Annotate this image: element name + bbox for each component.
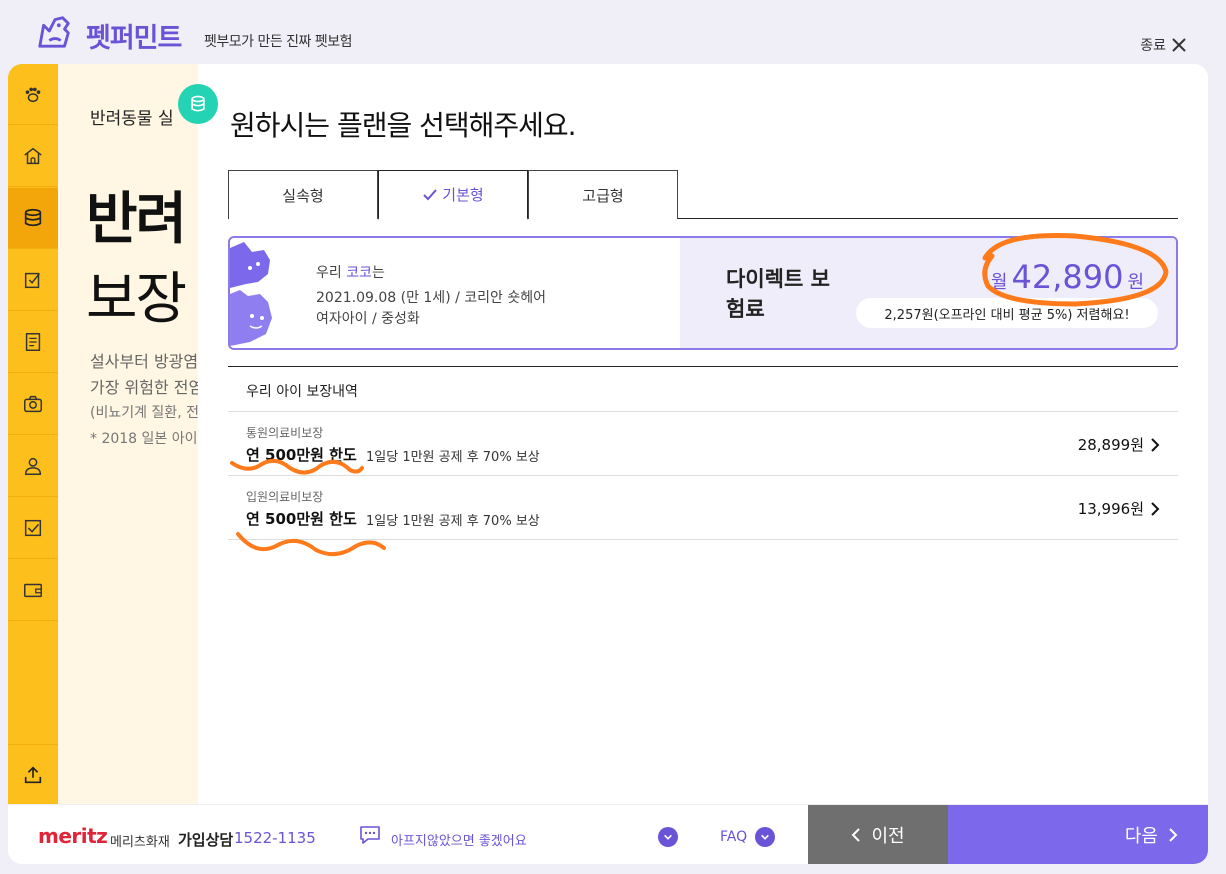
paw-icon [25,87,41,103]
pet-birth-breed: 2021.09.08 (만 1세) / 코리안 숏헤어 [316,290,546,306]
sidebar-item-pet[interactable] [8,64,58,125]
price-prefix: 월 [990,272,1008,293]
tab-label: 실속형 [282,186,324,205]
meritz-logo: meritz [38,824,108,848]
intro-desc-2: 가장 위험한 전염 [90,378,198,397]
close-button[interactable]: 종료 [1140,35,1186,55]
coverage-amount-value: 28,899원 [1077,436,1144,454]
intro-desc-3: (비뇨기계 질환, 전 [90,405,198,421]
chevron-right-icon [1151,501,1160,516]
contact-phone-link[interactable]: 1522-1135 [234,829,316,847]
database-icon [24,208,42,227]
next-button[interactable]: 다음 [948,805,1208,864]
step-sidebar [8,64,58,804]
coverage-header: 우리 아이 보장내역 [228,366,1178,412]
plan-step-badge [178,84,218,124]
sidebar-item-home[interactable] [8,126,58,187]
intro-headline-1: 반려 [86,187,187,252]
document-icon [25,333,41,351]
coverage-amount: 13,996원 [1078,498,1160,519]
sidebar-item-document[interactable] [8,312,58,373]
intro-desc-1: 설사부터 방광염 [90,352,198,371]
coverage-amount: 28,899원 [1078,434,1160,455]
faq-button[interactable]: FAQ [720,827,776,847]
close-label: 종료 [1140,38,1166,54]
chat-bubble-icon[interactable] [358,824,382,846]
main-frame: 반려동물 실 반려 보장 설사부터 방광염 가장 위험한 전염 (비뇨기계 질환… [8,64,1208,864]
tab-basic-economy[interactable]: 실속형 [228,170,378,219]
plan-tabs: 실속형 기본형 고급형 [228,170,1178,220]
coverage-detail: 1일당 1만원 공제 후 70% 보상 [366,450,540,465]
coverage-limit: 연 500만원 한도 [246,510,357,528]
price-suffix: 원 [1127,272,1144,293]
faq-toggle [755,827,776,847]
coverage-limit: 연 500만원 한도 [246,446,357,464]
pet-illustration-icon [230,242,272,346]
user-icon [24,457,42,475]
intro-small-text: 반려동물 실 [90,109,174,129]
meritz-logo-kr: 메리츠화재 [110,835,170,850]
sidebar-item-payment[interactable] [8,560,58,621]
close-icon [1172,38,1186,52]
pet-gender: 여자아이 / 중성화 [316,311,420,327]
price-amount: 42,890 [1011,258,1124,296]
page-title: 원하시는 플랜을 선택해주세요. [230,109,577,142]
monthly-premium: 월 42,890 원 [991,258,1144,296]
faq-label: FAQ [720,829,748,845]
sidebar-item-photo[interactable] [8,374,58,435]
tab-premium[interactable]: 고급형 [528,170,678,219]
database-icon [191,95,205,112]
intro-desc-4: * 2018 일본 아이 [90,431,198,447]
share-icon [24,765,42,783]
wallet-icon [24,583,42,598]
check-icon [423,188,438,200]
coverage-detail: 1일당 1만원 공제 후 70% 보상 [366,514,540,529]
pet-name: 코코 [346,265,372,281]
contact-label: 가입상담 [178,831,234,849]
pet-suffix: 는 [371,265,385,281]
coverage-row-inpatient[interactable]: 입원의료비보장 연 500만원 한도 1일당 1만원 공제 후 70% 보상 1… [228,476,1178,540]
pet-intro: 우리 코코는 [316,262,385,282]
chevron-left-icon [852,828,861,842]
footer-bar: meritz 메리츠화재 가입상담 1522-1135 아프지않았으면 좋겠어요… [8,804,1208,864]
brand-name: 펫퍼민트 [86,23,182,54]
sidebar-item-checklist[interactable] [8,250,58,311]
coverage-category: 입원의료비보장 [246,490,324,504]
sidebar-item-plan[interactable] [8,188,58,249]
pet-prefix: 우리 [316,265,347,281]
sidebar-item-confirm[interactable] [8,498,58,559]
tab-label: 기본형 [442,186,484,204]
coverage-title: 우리 아이 보장내역 [246,384,358,400]
coverage-category: 통원의료비보장 [246,426,324,440]
plan-selection-panel: 원하시는 플랜을 선택해주세요. 실속형 기본형 고급형 우리 코코는 2021… [198,64,1208,804]
coverage-amount-value: 13,996원 [1077,500,1144,518]
dog-logo-icon [38,16,70,48]
edit-checklist-icon [24,272,40,289]
prev-label: 이전 [871,826,905,847]
premium-summary-card: 우리 코코는 2021.09.08 (만 1세) / 코리안 숏헤어 여자아이 … [228,236,1178,350]
tab-standard[interactable]: 기본형 [378,170,528,220]
checkbox-icon [24,519,42,537]
chevron-down-icon [761,834,770,840]
chevron-right-icon [1169,828,1178,842]
intro-headline-2: 보장 [86,267,187,332]
sidebar-share[interactable] [8,744,58,804]
next-label: 다음 [1124,826,1158,847]
discount-badge: 2,257원(오프라인 대비 평균 5%) 저렴해요! [856,298,1158,328]
sidebar-item-user[interactable] [8,436,58,497]
chat-message[interactable]: 아프지않았으면 좋겠어요 [391,830,527,849]
camera-icon [24,395,42,413]
chevron-down-icon [664,834,672,840]
coverage-row-outpatient[interactable]: 통원의료비보장 연 500만원 한도 1일당 1만원 공제 후 70% 보상 2… [228,412,1178,476]
chat-expand-button[interactable] [658,827,678,847]
premium-label: 다이렉트 보험료 [726,267,830,321]
premium-box: 다이렉트 보험료 월 42,890 원 2,257원(오프라인 대비 평균 5%… [680,238,1176,348]
app-header: 펫퍼민트 펫부모가 만든 진짜 펫보험 종료 [0,0,1226,64]
chevron-right-icon [1151,437,1160,452]
intro-background: 반려동물 실 반려 보장 설사부터 방광염 가장 위험한 전염 (비뇨기계 질환… [58,64,198,804]
home-icon [24,147,42,165]
tab-label: 고급형 [582,186,624,205]
brand-tagline: 펫부모가 만든 진짜 펫보험 [204,34,353,50]
prev-button[interactable]: 이전 [808,805,948,864]
